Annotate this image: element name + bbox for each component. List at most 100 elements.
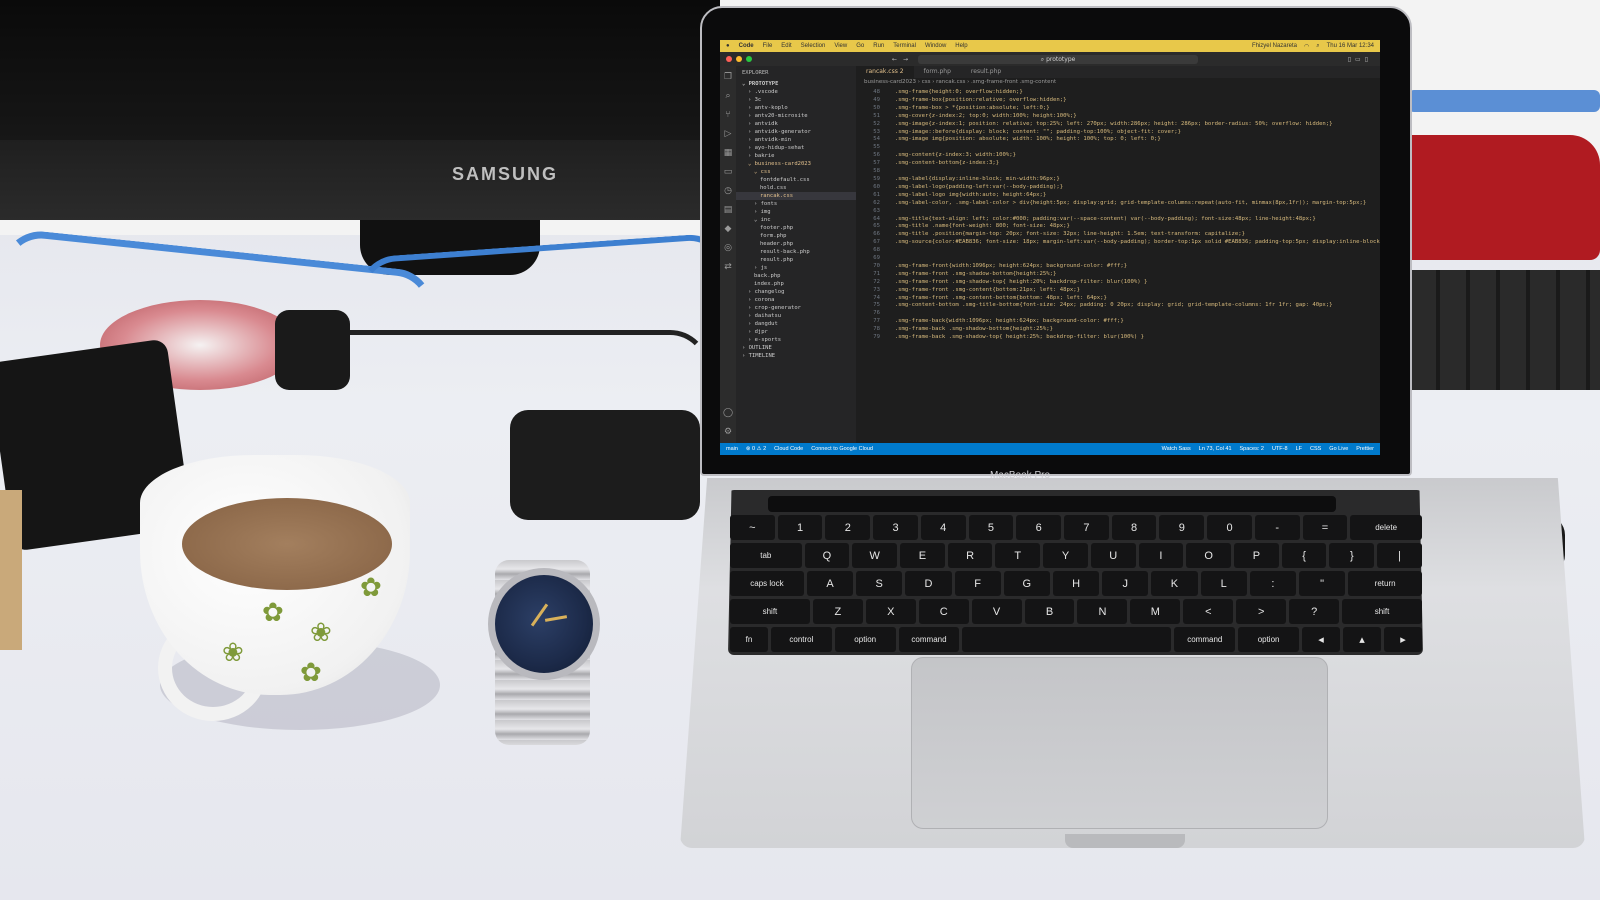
keyboard-key[interactable]: 3 xyxy=(873,515,918,540)
search-icon[interactable]: ⌕ xyxy=(1316,43,1319,50)
menu-item[interactable]: Terminal xyxy=(893,43,916,49)
status-item[interactable]: LF xyxy=(1296,446,1302,452)
project-root[interactable]: ⌄ PROTOTYPE xyxy=(736,80,856,88)
menu-item[interactable]: Go xyxy=(856,43,864,49)
keyboard-key[interactable]: control xyxy=(771,627,832,652)
keyboard-key[interactable]: Z xyxy=(812,599,863,624)
minimize-window-button[interactable] xyxy=(736,56,742,62)
status-item[interactable]: CSS xyxy=(1310,446,1321,452)
run-debug-icon[interactable]: ▷ xyxy=(725,129,732,139)
status-item[interactable]: Go Live xyxy=(1329,446,1348,452)
keyboard-key[interactable]: T xyxy=(995,543,1041,568)
keyboard-key[interactable]: } xyxy=(1329,543,1375,568)
keyboard-key[interactable]: M xyxy=(1130,599,1181,624)
menu-item[interactable]: Window xyxy=(925,43,946,49)
file-tree-item[interactable]: › changelog xyxy=(736,288,856,296)
file-tree-item[interactable]: › antv-koplo xyxy=(736,104,856,112)
keyboard-key[interactable]: { xyxy=(1281,543,1327,568)
status-item[interactable]: Ln 73, Col 41 xyxy=(1199,446,1232,452)
keyboard-key[interactable]: command xyxy=(898,627,960,652)
keyboard-key[interactable]: J xyxy=(1102,571,1149,596)
keyboard-key[interactable]: option xyxy=(834,627,896,652)
keyboard-key[interactable]: | xyxy=(1377,543,1422,568)
keyboard-key[interactable]: " xyxy=(1298,571,1346,596)
file-tree-item[interactable]: › daihatsu xyxy=(736,312,856,320)
status-item[interactable]: Connect to Google Cloud xyxy=(811,446,873,452)
keyboard-key[interactable]: ▸ xyxy=(1383,627,1422,652)
file-tree-item[interactable]: › 3c xyxy=(736,96,856,104)
keyboard-key[interactable]: C xyxy=(918,599,969,624)
keyboard-key[interactable]: V xyxy=(971,599,1022,624)
gear-icon[interactable]: ⚙ xyxy=(724,427,732,437)
file-tree-item[interactable]: footer.php xyxy=(736,224,856,232)
file-tree-item[interactable]: › fonts xyxy=(736,200,856,208)
keyboard-key[interactable]: > xyxy=(1236,599,1287,624)
editor-tab[interactable]: form.php xyxy=(914,66,961,78)
menu-item[interactable]: Help xyxy=(955,43,967,49)
keyboard-key[interactable]: D xyxy=(905,571,952,596)
wifi-icon[interactable]: ◠ xyxy=(1304,43,1309,50)
file-tree-item[interactable]: › antvidk-generator xyxy=(736,128,856,136)
nav-forward-icon[interactable]: → xyxy=(903,56,908,63)
file-tree-item[interactable]: › OUTLINE xyxy=(736,344,856,352)
status-item[interactable]: Cloud Code xyxy=(774,446,803,452)
keyboard-key[interactable]: 1 xyxy=(777,515,823,540)
file-tree-item[interactable]: › img xyxy=(736,208,856,216)
keyboard-key[interactable]: ◂ xyxy=(1301,627,1340,652)
file-tree-item[interactable]: index.php xyxy=(736,280,856,288)
keyboard-key[interactable]: ▴ xyxy=(1342,627,1381,652)
keyboard-key[interactable]: H xyxy=(1052,571,1100,596)
keyboard-key[interactable]: U xyxy=(1090,543,1136,568)
account-icon[interactable]: ◯ xyxy=(723,408,733,418)
keyboard-key[interactable]: = xyxy=(1302,515,1348,540)
file-tree-item[interactable]: fontdefault.css xyxy=(736,176,856,184)
file-tree-item[interactable]: › .vscode xyxy=(736,88,856,96)
file-tree-item[interactable]: › js xyxy=(736,264,856,272)
menu-item[interactable]: Edit xyxy=(781,43,791,49)
keyboard-key[interactable]: caps lock xyxy=(730,571,804,596)
keyboard-key[interactable]: return xyxy=(1348,571,1423,596)
apple-icon[interactable]: ● xyxy=(726,43,730,49)
file-tree-item[interactable]: ⌄ css xyxy=(736,168,856,176)
remote-explorer-icon[interactable]: ▭ xyxy=(724,167,733,177)
cloud-icon[interactable]: ◎ xyxy=(724,243,732,253)
keyboard-key[interactable]: delete xyxy=(1350,515,1422,540)
laptop-keyboard[interactable]: ~1 2 3 4 5 6 7 8 9 0- = delete tab Q W E R T Y U I O P{} | caps … xyxy=(730,515,1423,655)
keyboard-key[interactable]: P xyxy=(1234,543,1279,568)
keyboard-key[interactable]: option xyxy=(1238,627,1299,652)
status-item[interactable]: UTF-8 xyxy=(1272,446,1288,452)
nav-back-icon[interactable]: ← xyxy=(892,56,897,63)
live-share-icon[interactable]: ⇄ xyxy=(724,262,732,272)
breadcrumb[interactable]: business-card2023 › css › rancak.css › .… xyxy=(856,78,1380,87)
file-tree-item[interactable]: › dangdut xyxy=(736,320,856,328)
extensions-icon[interactable]: ▦ xyxy=(724,148,733,158)
file-tree-item[interactable]: header.php xyxy=(736,240,856,248)
file-tree-item[interactable]: ⌄ business-card2023 xyxy=(736,160,856,168)
editor-tab[interactable]: result.php xyxy=(961,66,1011,78)
keyboard-key[interactable]: - xyxy=(1254,515,1300,540)
explorer-icon[interactable]: ❐ xyxy=(724,72,732,82)
file-tree-item[interactable]: ⌄ inc xyxy=(736,216,856,224)
keyboard-key[interactable] xyxy=(962,627,1172,652)
keyboard-key[interactable]: B xyxy=(1024,599,1075,624)
keyboard-key[interactable]: N xyxy=(1077,599,1128,624)
status-item[interactable]: Spaces: 2 xyxy=(1240,446,1264,452)
layout-toggle-icons[interactable]: ▯▭▯ xyxy=(1348,56,1372,63)
keyboard-key[interactable]: < xyxy=(1183,599,1234,624)
keyboard-key[interactable]: L xyxy=(1200,571,1247,596)
command-center-search[interactable]: ⌕ prototype xyxy=(918,54,1199,64)
source-control-icon[interactable]: ⑂ xyxy=(725,110,730,120)
file-tree-item[interactable]: rancak.css xyxy=(736,192,856,200)
file-tree-item[interactable]: › antvidk xyxy=(736,120,856,128)
file-tree-item[interactable]: › djpr xyxy=(736,328,856,336)
timeline-icon[interactable]: ◷ xyxy=(724,186,732,196)
file-tree-item[interactable]: › antv20-microsite xyxy=(736,112,856,120)
menubar-clock[interactable]: Thu 16 Mar 12:34 xyxy=(1327,43,1374,50)
menu-item[interactable]: View xyxy=(834,43,847,49)
trackpad[interactable] xyxy=(911,657,1328,829)
file-tree-item[interactable]: › bakrie xyxy=(736,152,856,160)
file-tree-item[interactable]: form.php xyxy=(736,232,856,240)
keyboard-key[interactable]: command xyxy=(1174,627,1236,652)
keyboard-key[interactable]: 0 xyxy=(1207,515,1252,540)
file-tree-item[interactable]: result.php xyxy=(736,256,856,264)
